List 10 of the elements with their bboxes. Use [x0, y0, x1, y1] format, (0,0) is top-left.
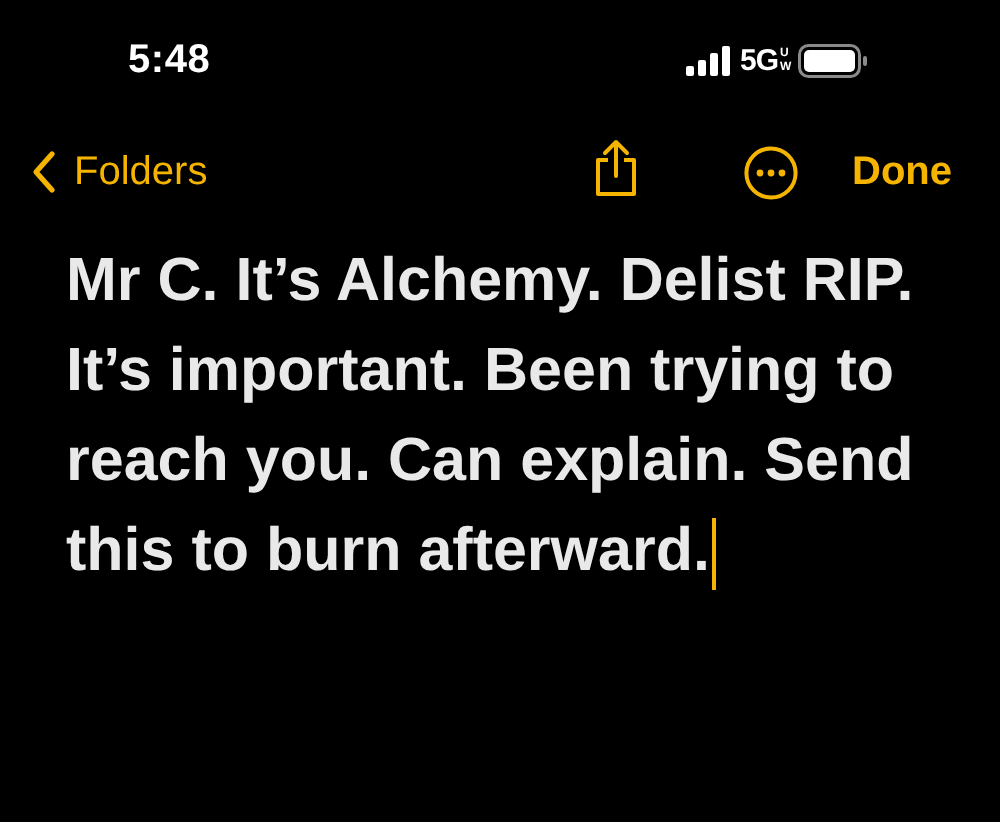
status-time: 5:48 — [128, 38, 211, 84]
signal-icon — [685, 46, 730, 76]
more-icon[interactable] — [744, 145, 798, 199]
note-text[interactable]: Mr C. It’s Alchemy. Delist RIP. It’s important. Been trying to reach you. Can explain. Send this to burn afterward. — [66, 236, 946, 596]
back-chevron-icon — [30, 150, 56, 194]
network-label: 5G — [739, 44, 778, 78]
battery-icon — [798, 44, 868, 78]
back-button[interactable]: Folders — [30, 149, 208, 195]
share-icon[interactable] — [592, 138, 640, 198]
done-button[interactable]: Done — [852, 149, 952, 195]
